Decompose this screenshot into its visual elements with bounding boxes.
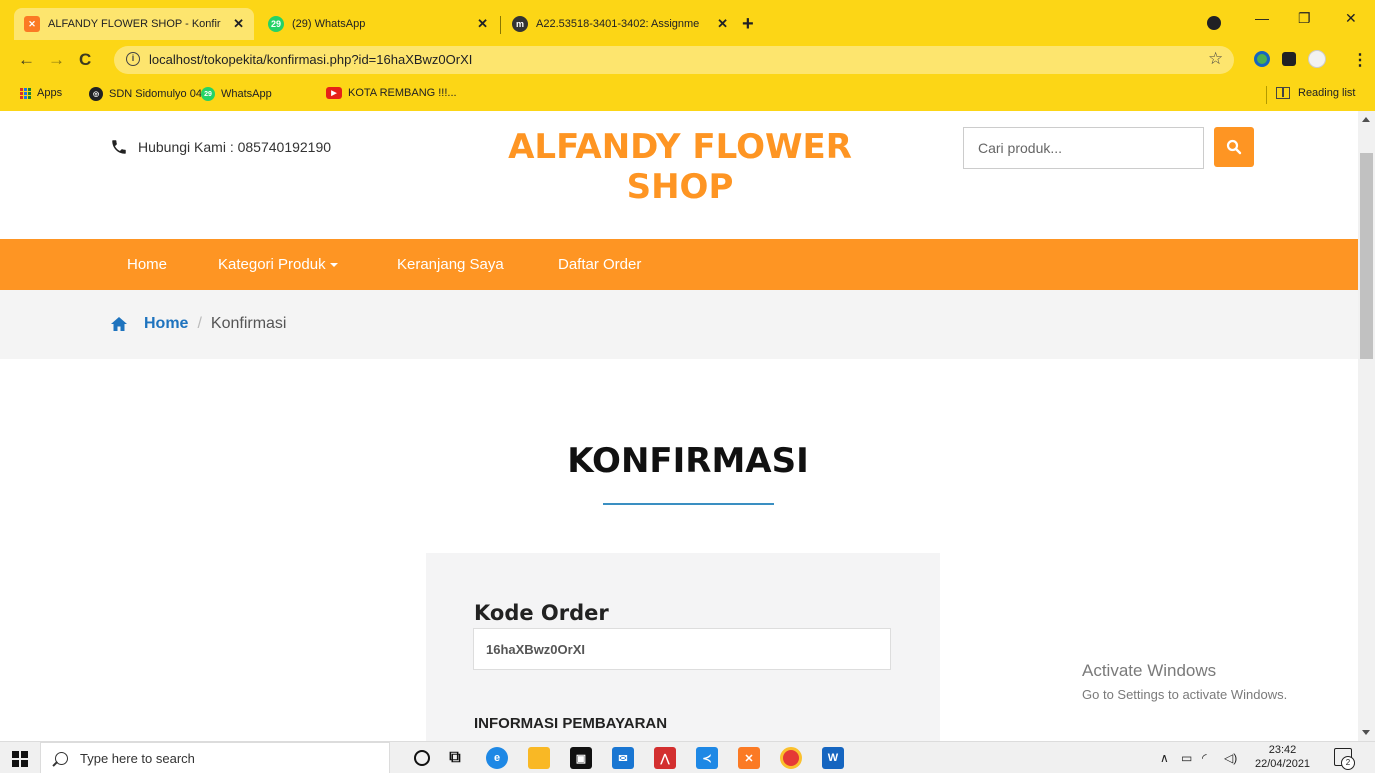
nav-home[interactable]: Home [127,256,167,273]
bookmark-star-icon[interactable]: ☆ [1208,49,1223,69]
apps-grid-icon [20,87,31,99]
close-tab-icon[interactable]: ✕ [233,16,244,32]
restore-icon[interactable]: ❐ [1298,10,1311,27]
forward-icon[interactable]: → [48,50,65,70]
breadcrumb-current: Konfirmasi [210,315,287,332]
web-page: Hubungi Kami : 085740192190 ALFANDY FLOW… [0,111,1358,741]
reading-list-icon [1276,87,1290,99]
search-icon [55,751,68,765]
xampp-icon: ✕ [24,16,40,32]
file-explorer-icon[interactable] [528,747,550,769]
windows-taskbar: Type here to search ⧉ e ▣ ✉ ⋀ ≺ ✕ W ∧ ▭ … [0,741,1375,773]
nav-daftar-order[interactable]: Daftar Order [558,256,641,273]
taskbar-search[interactable]: Type here to search [40,742,390,773]
vscode-icon[interactable]: ≺ [696,747,718,769]
contact-text: Hubungi Kami : 085740192190 [138,139,332,155]
tab-whatsapp[interactable]: 29 (29) WhatsApp ✕ [258,8,498,40]
close-tab-icon[interactable]: ✕ [717,16,728,32]
edge-icon[interactable]: e [486,747,508,769]
menu-kebab-icon[interactable]: ⋮ [1352,50,1368,70]
system-clock[interactable]: 23:42 22/04/2021 [1255,743,1310,771]
breadcrumb: Home / Konfirmasi [110,315,286,333]
tab-alfandy[interactable]: ✕ ALFANDY FLOWER SHOP - Konfir ✕ [14,8,254,40]
back-icon[interactable]: ← [18,50,35,70]
breadcrumb-bar: Home / Konfirmasi [0,290,1358,359]
confirmation-card: Kode Order INFORMASI PEMBAYARAN [426,553,940,741]
tab-search-icon[interactable] [1207,16,1221,30]
youtube-icon: ▶ [326,87,342,99]
cortana-icon[interactable] [414,750,430,766]
minimize-icon[interactable]: — [1255,10,1269,26]
close-tab-icon[interactable]: ✕ [477,16,488,32]
whatsapp-icon: 29 [268,16,284,32]
profile-avatar-icon[interactable] [1308,50,1326,68]
home-icon [111,317,127,331]
xampp-icon[interactable]: ✕ [738,747,760,769]
extension-globe-icon[interactable] [1254,51,1270,67]
reload-icon[interactable]: C [79,50,91,70]
activate-windows-watermark: Activate Windows Go to Settings to activ… [1082,661,1287,702]
bookmark-sdn[interactable]: ◎ SDN Sidomulyo 04 [89,87,202,101]
title-underline [603,503,774,505]
task-view-icon[interactable]: ⧉ [444,747,466,769]
bookmark-kota-rembang[interactable]: ▶ KOTA REMBANG !!!... [326,87,457,99]
tab-separator [500,16,501,34]
tray-chevron-icon[interactable]: ∧ [1160,751,1169,765]
phone-icon [112,140,126,154]
volume-icon[interactable]: ◁) [1224,751,1237,765]
tray-device-icon[interactable]: ▭ [1181,751,1192,765]
search-input[interactable] [963,127,1204,169]
bookmark-apps[interactable]: Apps [20,87,62,99]
chrome-icon[interactable] [780,747,802,769]
watermark-line2: Go to Settings to activate Windows. [1082,687,1288,702]
payment-info-heading: INFORMASI PEMBAYARAN [474,715,668,732]
new-tab-icon[interactable]: + [742,14,754,34]
store-icon[interactable]: ▣ [570,747,592,769]
search-button[interactable] [1214,127,1254,167]
notification-badge: 2 [1341,756,1355,770]
mail-icon[interactable]: ✉ [612,747,634,769]
caret-down-icon [329,263,338,268]
page-scrollbar[interactable] [1358,111,1375,741]
browser-chrome: ✕ ALFANDY FLOWER SHOP - Konfir ✕ 29 (29)… [0,0,1375,111]
scrollbar-thumb[interactable] [1360,153,1373,359]
close-window-icon[interactable]: ✕ [1345,10,1357,27]
contact-info: Hubungi Kami : 085740192190 [110,138,331,156]
scroll-down-icon[interactable] [1362,730,1370,735]
wifi-icon[interactable]: ◜ [1202,751,1207,765]
main-navbar: Home Kategori Produk Keranjang Saya Daft… [0,239,1358,290]
moodle-icon: m [512,16,528,32]
globe-icon: ◎ [89,87,103,101]
acrobat-icon[interactable]: ⋀ [654,747,676,769]
page-title: KONFIRMASI [567,441,809,481]
word-icon[interactable]: W [822,747,844,769]
extensions-puzzle-icon[interactable] [1282,52,1296,66]
reading-list-button[interactable]: Reading list [1276,87,1355,99]
nav-kategori-produk[interactable]: Kategori Produk [218,256,338,273]
breadcrumb-home-link[interactable]: Home [144,315,188,333]
breadcrumb-separator: / [197,315,202,332]
search-icon [1226,139,1242,155]
tab-moodle[interactable]: m A22.53518-3401-3402: Assignme ✕ [502,8,738,40]
order-code-label: Kode Order [474,601,609,625]
bookmarks-separator [1266,86,1267,104]
brand-title[interactable]: ALFANDY FLOWER SHOP [480,127,880,207]
order-code-field[interactable] [473,628,891,670]
bookmark-whatsapp[interactable]: 29 WhatsApp [201,87,272,101]
whatsapp-icon: 29 [201,87,215,101]
site-info-icon[interactable]: i [126,52,140,66]
url-text[interactable]: localhost/tokopekita/konfirmasi.php?id=1… [149,52,472,67]
nav-keranjang-saya[interactable]: Keranjang Saya [397,256,504,273]
scroll-up-icon[interactable] [1362,117,1370,122]
windows-start-icon[interactable] [12,751,28,767]
watermark-line1: Activate Windows [1082,661,1217,680]
tab-strip: ✕ ALFANDY FLOWER SHOP - Konfir ✕ 29 (29)… [0,0,1375,40]
